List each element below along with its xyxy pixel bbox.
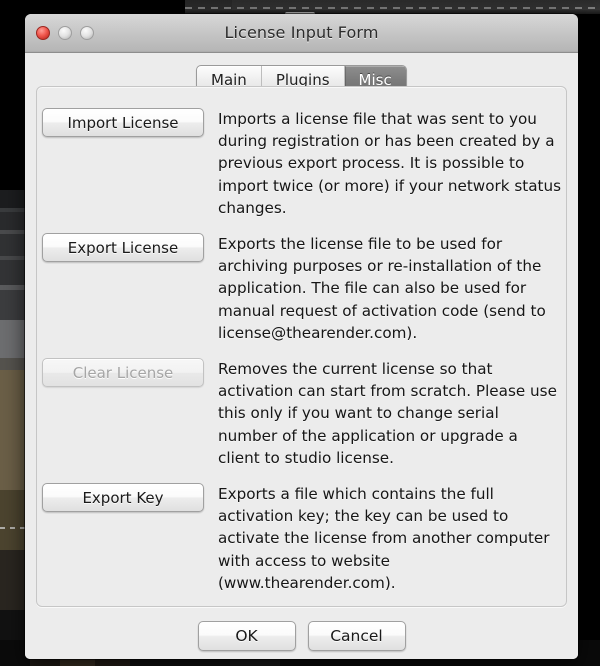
cancel-button[interactable]: Cancel <box>307 621 406 651</box>
window-title: License Input Form <box>224 23 379 42</box>
export-license-description: Exports the license file to be used for … <box>218 235 546 342</box>
selection-marquee-dashes <box>185 7 600 9</box>
option-row-clear-license: Clear License Removes the current licens… <box>42 358 562 469</box>
background-scene-dashed-line <box>0 527 28 529</box>
dialog-body: Main Plugins Misc Import License Imports… <box>25 53 578 659</box>
dialog-footer: OK Cancel <box>25 621 578 651</box>
clear-license-button: Clear License <box>42 358 204 387</box>
misc-options-panel: Import License Imports a license file th… <box>36 86 567 607</box>
option-rows: Import License Imports a license file th… <box>37 87 566 606</box>
clear-license-description: Removes the current license so that acti… <box>218 360 557 467</box>
export-key-button[interactable]: Export Key <box>42 483 204 512</box>
import-license-button[interactable]: Import License <box>42 108 204 137</box>
license-input-form-window: License Input Form Main Plugins Misc Imp… <box>25 14 578 659</box>
option-row-export-license: Export License Exports the license file … <box>42 233 562 344</box>
export-key-description: Exports a file which contains the full a… <box>218 485 550 592</box>
ok-button[interactable]: OK <box>197 621 296 651</box>
import-license-description: Imports a license file that was sent to … <box>218 110 562 217</box>
option-row-export-key: Export Key Exports a file which contains… <box>42 483 562 594</box>
option-row-import-license: Import License Imports a license file th… <box>42 108 562 219</box>
window-titlebar[interactable]: License Input Form <box>25 14 578 53</box>
export-license-button[interactable]: Export License <box>42 233 204 262</box>
